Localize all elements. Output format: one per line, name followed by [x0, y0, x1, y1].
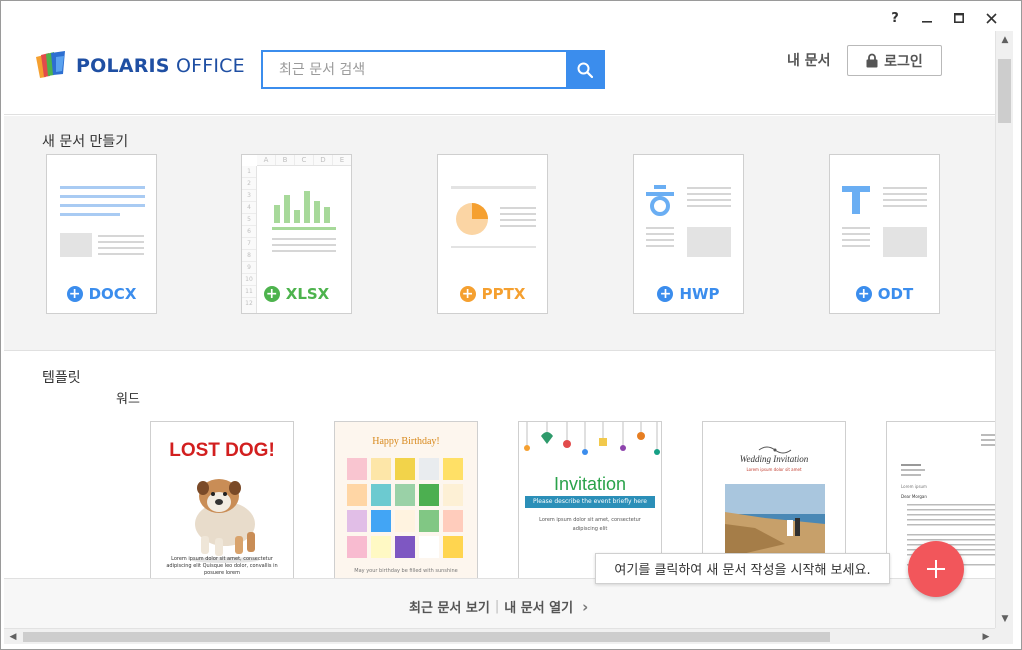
search-input[interactable] — [263, 52, 566, 87]
odt-preview-icon — [842, 186, 927, 257]
chevron-right-icon: › — [582, 597, 589, 616]
new-document-section: 새 문서 만들기 + DOCX A B C D E 1 2 3 4 5 6 7 … — [4, 116, 995, 351]
login-button[interactable]: 로그인 — [847, 45, 942, 76]
new-document-title: 새 문서 만들기 — [42, 134, 129, 150]
close-icon — [985, 12, 997, 24]
horizontal-scroll-thumb[interactable] — [23, 632, 830, 642]
plus-icon: + — [66, 286, 83, 302]
scroll-left-arrow-icon[interactable]: ◀ — [6, 630, 20, 644]
app-header: POLARIS OFFICE 내 문서 로그인 — [4, 31, 995, 115]
template-category-word[interactable]: 워드 — [116, 388, 140, 407]
my-docs-link[interactable]: 내 문서 — [787, 53, 831, 69]
new-document-fab[interactable] — [908, 541, 964, 597]
login-label: 로그인 — [884, 53, 923, 70]
xlsx-label: + XLSX — [242, 285, 351, 303]
scroll-right-arrow-icon[interactable]: ▶ — [979, 630, 993, 644]
polaris-logo-icon — [36, 51, 65, 78]
hwp-label: + HWP — [634, 285, 743, 303]
horizontal-scrollbar[interactable]: ◀ ▶ — [4, 628, 995, 644]
search-box — [261, 50, 605, 89]
template-caption: May your birthday be filled with sunshin… — [354, 568, 458, 574]
vertical-scroll-thumb[interactable] — [998, 59, 1011, 123]
plus-icon: + — [855, 286, 872, 302]
logo-suffix: OFFICE — [175, 55, 245, 77]
pptx-text: PPTX — [481, 285, 526, 303]
docx-label: + DOCX — [47, 285, 156, 303]
templates-title: 템플릿 — [42, 370, 81, 386]
template-caption: Lorem ipsum dolor sit amet, consectetur … — [539, 517, 641, 532]
link-separator: | — [494, 599, 500, 614]
new-odt-card[interactable]: + ODT — [829, 154, 940, 314]
scroll-up-arrow-icon[interactable]: ▲ — [998, 33, 1012, 47]
pptx-preview-icon — [451, 186, 536, 248]
birthday-icons-grid — [347, 458, 463, 558]
maximize-button[interactable] — [943, 7, 975, 29]
maximize-icon — [954, 13, 964, 23]
scrollbar-corner — [995, 628, 1013, 644]
template-caption: Lorem ipsum dolor sit amet, consectetur … — [166, 556, 278, 576]
search-button[interactable] — [566, 52, 603, 87]
template-heading: LOST DOG! — [169, 440, 275, 461]
minimize-button[interactable] — [911, 7, 943, 29]
template-lost-dog[interactable]: LOST DOG! Lorem ipsum dolor sit amet, co… — [150, 421, 294, 578]
polaris-logo[interactable]: POLARIS OFFICE — [34, 51, 245, 81]
template-heading: Wedding Invitation — [739, 454, 809, 464]
close-button[interactable] — [975, 7, 1007, 29]
scroll-down-arrow-icon[interactable]: ▼ — [998, 612, 1012, 626]
template-caption: Lorem ipsum — [901, 484, 927, 489]
new-xlsx-card[interactable]: A B C D E 1 2 3 4 5 6 7 8 9 10 11 12 + X… — [241, 154, 352, 314]
template-heading: Invitation — [553, 474, 627, 494]
bottom-bar: 최근 문서 보기 | 내 문서 열기 › — [4, 578, 995, 628]
hwp-text: HWP — [679, 285, 720, 303]
new-pptx-card[interactable]: + PPTX — [437, 154, 548, 314]
templates-section: 템플릿 워드 LOST DOG! Lorem ipsum dolor sit a… — [4, 352, 995, 578]
minimize-icon — [922, 21, 932, 23]
bottom-links: 최근 문서 보기 | 내 문서 열기 › — [409, 597, 589, 617]
template-caption: Lorem ipsum dolor sit amet — [746, 467, 802, 472]
help-button[interactable]: ? — [879, 7, 911, 29]
hanging-ornaments — [524, 422, 660, 455]
plus-icon: + — [263, 286, 280, 302]
xlsx-text: XLSX — [285, 285, 330, 303]
wedding-photo — [725, 484, 825, 558]
plus-icon: + — [657, 286, 674, 302]
app-window: ? POLARIS OFFICE 최근 문서 검색 내 문서 로그인 새 문서 … — [0, 0, 1022, 650]
window-controls: ? — [879, 7, 1007, 29]
docx-preview-icon — [60, 186, 145, 257]
template-happy-birthday[interactable]: Happy Birthday! May your birthday be fil… — [334, 421, 478, 578]
vertical-scrollbar[interactable]: ▲ ▼ — [995, 31, 1013, 628]
recent-docs-link[interactable]: 최근 문서 보기 — [409, 597, 490, 616]
help-icon: ? — [891, 10, 899, 26]
template-subheading: Please describe the event briefly here — [525, 496, 655, 508]
logo-brand: POLARIS — [76, 55, 170, 77]
odt-label: + ODT — [830, 285, 939, 303]
plus-icon — [927, 560, 945, 578]
template-heading: Happy Birthday! — [372, 436, 440, 447]
new-hwp-card[interactable]: + HWP — [633, 154, 744, 314]
dog-image — [191, 479, 259, 563]
search-icon — [577, 62, 593, 78]
logo-text: POLARIS OFFICE — [76, 55, 245, 77]
odt-text: ODT — [877, 285, 914, 303]
docx-text: DOCX — [88, 285, 137, 303]
hwp-preview-icon — [646, 185, 731, 257]
new-docx-card[interactable]: + DOCX — [46, 154, 157, 314]
pptx-label: + PPTX — [438, 285, 547, 303]
lock-icon — [866, 53, 878, 68]
xlsx-chart-icon — [272, 191, 336, 252]
open-my-docs-link[interactable]: 내 문서 열기 — [504, 597, 573, 616]
new-document-tooltip: 여기를 클릭하여 새 문서 작성을 시작해 보세요. — [595, 553, 890, 584]
plus-icon: + — [459, 286, 476, 302]
